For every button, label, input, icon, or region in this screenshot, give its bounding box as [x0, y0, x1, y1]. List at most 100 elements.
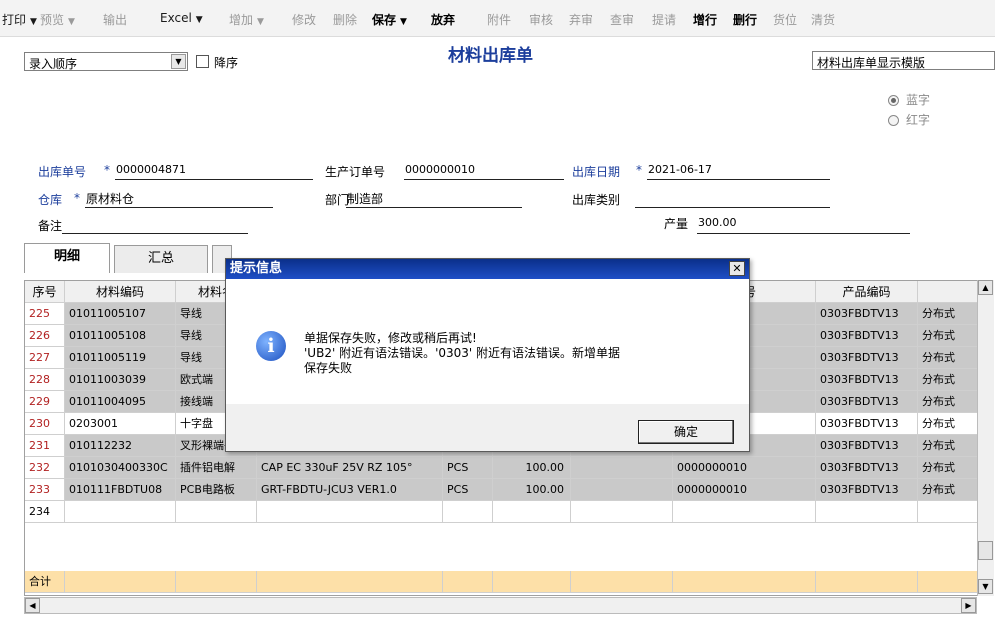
table-cell[interactable]: CAP EC 330uF 25V RZ 105° [257, 457, 443, 479]
table-cell[interactable]: 01011004095 [65, 391, 176, 413]
table-cell[interactable]: 分布式 [918, 435, 978, 457]
table-cell[interactable] [918, 501, 978, 523]
table-cell[interactable]: 0303FBDTV13 [816, 413, 918, 435]
toolbar-item[interactable]: 删行 [733, 11, 757, 28]
toolbar-item[interactable]: 查审 [610, 11, 634, 28]
dropdown-arrow-icon[interactable]: ▼ [196, 15, 203, 25]
vertical-scrollbar[interactable]: ▲ ▼ [977, 280, 994, 596]
dropdown-arrow-icon[interactable]: ▼ [400, 17, 407, 27]
table-cell[interactable]: PCS [443, 457, 493, 479]
table-cell[interactable]: 分布式 [918, 479, 978, 501]
table-cell[interactable]: 分布式 [918, 369, 978, 391]
scroll-right-icon[interactable]: ▶ [961, 598, 976, 613]
table-cell[interactable] [443, 501, 493, 523]
table-cell[interactable]: 分布式 [918, 325, 978, 347]
table-cell[interactable]: 01011005107 [65, 303, 176, 325]
toolbar-item[interactable]: 放弃 [431, 11, 455, 28]
table-cell[interactable] [673, 501, 816, 523]
table-cell[interactable]: 分布式 [918, 303, 978, 325]
table-cell[interactable]: 100.00 [493, 457, 571, 479]
radio-blue[interactable] [888, 95, 899, 106]
table-cell[interactable]: 分布式 [918, 347, 978, 369]
outbound-date-field[interactable]: 2021-06-17 [648, 163, 712, 176]
toolbar-item[interactable]: 修改 [292, 11, 316, 28]
table-cell[interactable]: 0303FBDTV13 [816, 479, 918, 501]
table-cell[interactable]: 0303FBDTV13 [816, 303, 918, 325]
toolbar-item[interactable]: 输出 [103, 11, 127, 28]
outbound-no-field[interactable]: 0000004871 [116, 163, 186, 176]
dropdown-arrow-icon[interactable]: ▼ [30, 17, 37, 27]
table-cell[interactable]: PCB电路板 [176, 479, 257, 501]
table-cell[interactable]: 229 [25, 391, 65, 413]
table-cell[interactable]: 0000000010 [673, 479, 816, 501]
table-cell[interactable] [65, 501, 176, 523]
table-cell[interactable]: 226 [25, 325, 65, 347]
table-cell[interactable]: GRT-FBDTU-JCU3 VER1.0 [257, 479, 443, 501]
table-cell[interactable]: 010112232 [65, 435, 176, 457]
table-cell[interactable]: 230 [25, 413, 65, 435]
dept-field[interactable]: 制造部 [347, 190, 383, 207]
table-cell[interactable]: 0303FBDTV13 [816, 347, 918, 369]
prod-order-field[interactable]: 0000000010 [405, 163, 475, 176]
table-cell[interactable]: 228 [25, 369, 65, 391]
table-cell[interactable]: 0303FBDTV13 [816, 391, 918, 413]
output-field[interactable]: 300.00 [698, 216, 737, 229]
scroll-up-icon[interactable]: ▲ [978, 280, 993, 295]
table-cell[interactable]: 01011003039 [65, 369, 176, 391]
table-cell[interactable] [816, 501, 918, 523]
template-select[interactable]: 材料出库单显示模版 [812, 51, 995, 70]
table-cell[interactable]: 0101030400330C [65, 457, 176, 479]
table-cell[interactable] [257, 501, 443, 523]
scroll-left-icon[interactable]: ◀ [25, 598, 40, 613]
column-header[interactable]: 材料编码 [65, 281, 176, 303]
ok-button[interactable]: 确定 [638, 420, 734, 444]
tab-summary[interactable]: 汇总 [114, 245, 208, 273]
table-cell[interactable]: 227 [25, 347, 65, 369]
table-cell[interactable]: 231 [25, 435, 65, 457]
table-cell[interactable]: 0000000010 [673, 457, 816, 479]
horizontal-scrollbar[interactable]: ◀ ▶ [24, 597, 977, 614]
sort-order-select[interactable]: 录入顺序 ▼ [24, 52, 188, 71]
toolbar-item[interactable]: 删除 [333, 11, 357, 28]
column-header[interactable] [918, 281, 978, 303]
table-cell[interactable] [176, 501, 257, 523]
dropdown-arrow-icon[interactable]: ▼ [68, 17, 75, 27]
toolbar-item[interactable]: 弃审 [569, 11, 593, 28]
table-cell[interactable]: 0303FBDTV13 [816, 325, 918, 347]
table-cell[interactable]: 分布式 [918, 457, 978, 479]
table-cell[interactable]: PCS [443, 479, 493, 501]
warehouse-field[interactable]: 原材料仓 [86, 190, 134, 207]
toolbar-item[interactable]: Excel ▼ [160, 11, 203, 25]
table-cell[interactable]: 0303FBDTV13 [816, 457, 918, 479]
dropdown-arrow-icon[interactable]: ▼ [257, 17, 264, 27]
toolbar-item[interactable]: 附件 [487, 11, 511, 28]
outbound-type-field[interactable] [635, 207, 830, 208]
table-cell[interactable] [571, 479, 673, 501]
table-cell[interactable]: 分布式 [918, 413, 978, 435]
table-row[interactable]: 233 010111FBDTU08 PCB电路板 GRT-FBDTU-JCU3 VER… [25, 479, 985, 501]
table-row[interactable]: 232 0101030400330C 插件铝电解 CAP EC 330uF 25V R… [25, 457, 985, 479]
table-cell[interactable]: 0303FBDTV13 [816, 435, 918, 457]
table-cell[interactable]: 225 [25, 303, 65, 325]
toolbar-item[interactable]: 增行 [693, 11, 717, 28]
descending-checkbox[interactable] [196, 55, 209, 68]
table-row[interactable]: 234 [25, 501, 985, 523]
toolbar-item[interactable]: 预览 ▼ [40, 11, 75, 28]
table-cell[interactable]: 分布式 [918, 391, 978, 413]
toolbar-item[interactable]: 增加 ▼ [229, 11, 264, 28]
column-header[interactable]: 序号 [25, 281, 65, 303]
table-cell[interactable]: 01011005108 [65, 325, 176, 347]
tab-detail[interactable]: 明细 [24, 243, 110, 273]
table-cell[interactable]: 0203001 [65, 413, 176, 435]
toolbar-item[interactable]: 清货 [811, 11, 835, 28]
scroll-thumb[interactable] [978, 541, 993, 560]
toolbar-item[interactable]: 提请 [652, 11, 676, 28]
toolbar-item[interactable]: 打印 ▼ [2, 11, 37, 28]
table-cell[interactable] [571, 501, 673, 523]
radio-red[interactable] [888, 115, 899, 126]
table-cell[interactable]: 01011005119 [65, 347, 176, 369]
table-cell[interactable]: 插件铝电解 [176, 457, 257, 479]
table-cell[interactable]: 010111FBDTU08 [65, 479, 176, 501]
toolbar-item[interactable]: 保存 ▼ [372, 11, 407, 28]
table-cell[interactable] [571, 457, 673, 479]
